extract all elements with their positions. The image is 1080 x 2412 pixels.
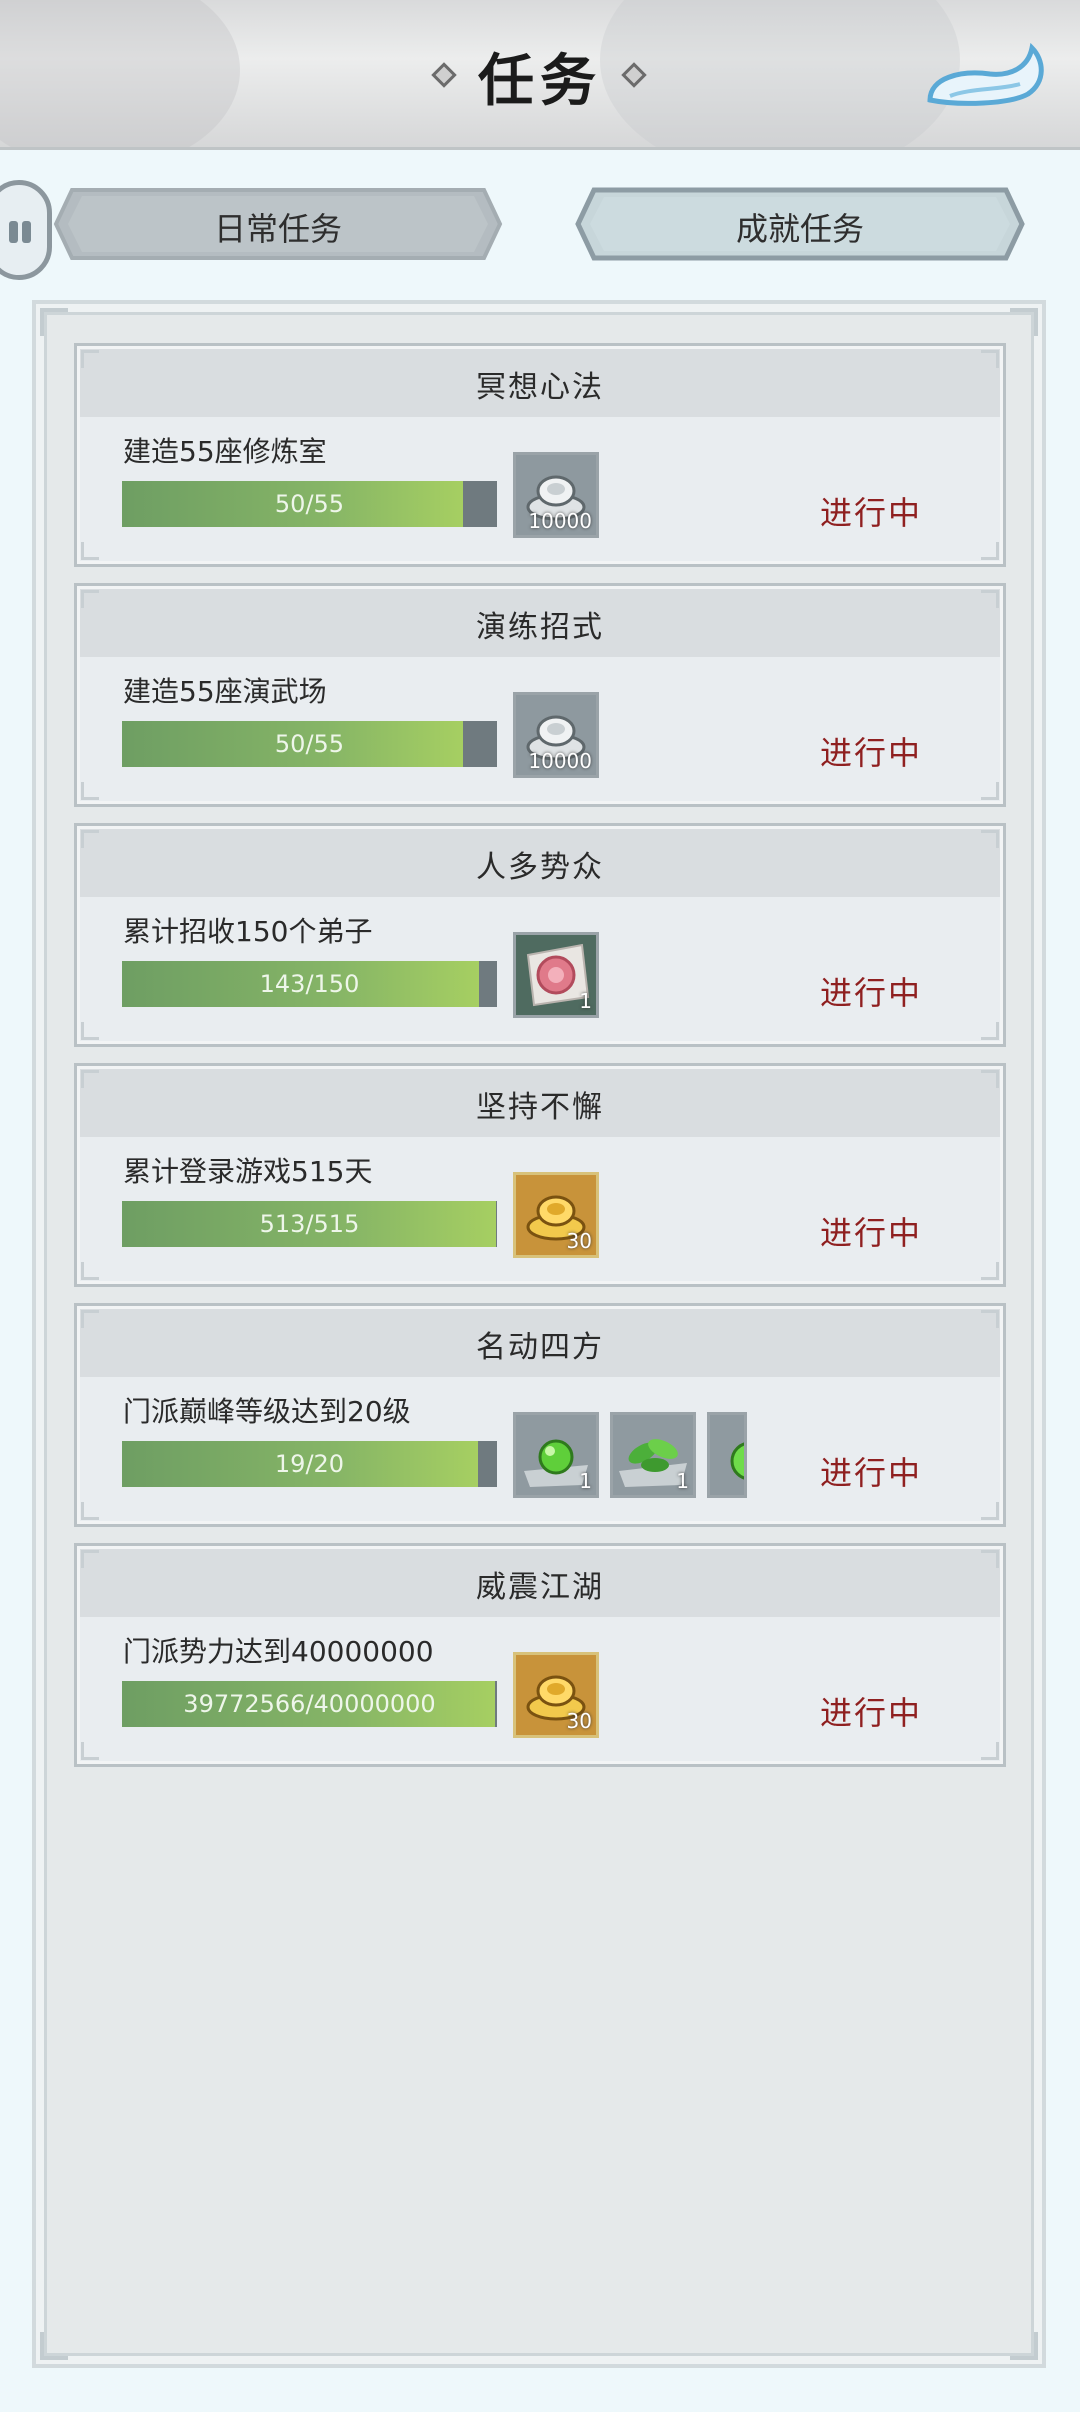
card-corner — [981, 1550, 999, 1568]
task-description: 累计登录游戏515天 — [123, 1155, 373, 1188]
reward-item[interactable] — [707, 1412, 747, 1498]
card-corner — [981, 1502, 999, 1520]
tab-achievement-tasks[interactable]: 成就任务 — [574, 186, 1026, 262]
task-card-header: 演练招式 — [80, 589, 1000, 657]
task-title: 人多势众 — [476, 850, 604, 885]
reward-count: 1 — [579, 1469, 592, 1493]
card-corner — [81, 1502, 99, 1520]
task-description: 建造55座演武场 — [123, 675, 327, 708]
progress-text: 143/150 — [259, 970, 360, 998]
progress-bar: 513/515 — [122, 1201, 497, 1247]
reward-count: 30 — [566, 1709, 592, 1733]
card-corner — [81, 830, 99, 848]
task-status[interactable]: 进行中 — [820, 1688, 922, 1734]
reward-count: 10000 — [528, 509, 592, 533]
reward-item[interactable]: 30 — [513, 1652, 599, 1738]
card-corner — [81, 1310, 99, 1328]
task-card-header: 人多势众 — [80, 829, 1000, 897]
card-corner — [981, 1742, 999, 1760]
card-corner — [81, 1550, 99, 1568]
card-corner — [81, 1022, 99, 1040]
reward-item[interactable]: 1 — [513, 932, 599, 1018]
panel-corner — [1010, 2332, 1038, 2360]
task-card: 坚持不懈 累计登录游戏515天 513/515 30 进行中 — [74, 1063, 1006, 1287]
progress-text: 19/20 — [274, 1450, 345, 1478]
task-card-header: 名动四方 — [80, 1309, 1000, 1377]
card-corner — [81, 782, 99, 800]
handle-bar — [22, 221, 31, 243]
task-card: 冥想心法 建造55座修炼室 50/55 10000 进行中 — [74, 343, 1006, 567]
task-title: 威震江湖 — [476, 1570, 604, 1605]
task-title: 名动四方 — [476, 1330, 604, 1365]
tab-daily-tasks[interactable]: 日常任务 — [52, 186, 504, 262]
progress-text: 50/55 — [274, 730, 345, 758]
task-card-header: 威震江湖 — [80, 1549, 1000, 1617]
panel-corner — [40, 308, 68, 336]
card-corner — [981, 1262, 999, 1280]
task-card: 威震江湖 门派势力达到40000000 39772566/40000000 30… — [74, 1543, 1006, 1767]
task-status[interactable]: 进行中 — [820, 488, 922, 534]
card-corner — [981, 1310, 999, 1328]
task-title: 演练招式 — [476, 610, 604, 645]
progress-bar: 39772566/40000000 — [122, 1681, 497, 1727]
task-card: 演练招式 建造55座演武场 50/55 10000 进行中 — [74, 583, 1006, 807]
reward-count: 1 — [676, 1469, 689, 1493]
task-status[interactable]: 进行中 — [820, 968, 922, 1014]
card-corner — [81, 350, 99, 368]
task-status[interactable]: 进行中 — [820, 1208, 922, 1254]
reward-item[interactable]: 10000 — [513, 692, 599, 778]
progress-text: 513/515 — [259, 1210, 360, 1238]
task-card-header: 冥想心法 — [80, 349, 1000, 417]
reward-count: 10000 — [528, 749, 592, 773]
header-bar: 任务 — [0, 0, 1080, 150]
task-status[interactable]: 进行中 — [820, 1448, 922, 1494]
task-title: 冥想心法 — [476, 370, 604, 405]
progress-text: 39772566/40000000 — [183, 1690, 436, 1718]
card-corner — [81, 542, 99, 560]
card-corner — [81, 1070, 99, 1088]
card-corner — [981, 542, 999, 560]
task-card: 名动四方 门派巅峰等级达到20级 19/20 1 1 进行中 — [74, 1303, 1006, 1527]
tab-label: 成就任务 — [735, 210, 864, 248]
tab-label: 日常任务 — [213, 210, 342, 248]
card-corner — [981, 590, 999, 608]
task-description: 门派势力达到40000000 — [123, 1635, 434, 1668]
cloud-back-icon — [927, 42, 1044, 106]
panel-corner — [40, 2332, 68, 2360]
panel-corner — [1010, 308, 1038, 336]
progress-bar: 19/20 — [122, 1441, 497, 1487]
card-corner — [981, 1070, 999, 1088]
task-title: 坚持不懈 — [476, 1090, 604, 1125]
task-description: 门派巅峰等级达到20级 — [123, 1395, 411, 1428]
card-corner — [81, 590, 99, 608]
card-corner — [81, 1262, 99, 1280]
progress-bar: 50/55 — [122, 481, 497, 527]
card-corner — [981, 830, 999, 848]
task-card: 人多势众 累计招收150个弟子 143/150 1 进行中 — [74, 823, 1006, 1047]
progress-bar: 143/150 — [122, 961, 497, 1007]
reward-count: 30 — [566, 1229, 592, 1253]
handle-bar — [9, 221, 18, 243]
reward-item[interactable]: 10000 — [513, 452, 599, 538]
progress-bar: 50/55 — [122, 721, 497, 767]
progress-text: 50/55 — [274, 490, 345, 518]
card-corner — [981, 782, 999, 800]
page-title: 任务 — [478, 48, 602, 114]
card-corner — [981, 1022, 999, 1040]
reward-item[interactable]: 30 — [513, 1172, 599, 1258]
task-card-header: 坚持不懈 — [80, 1069, 1000, 1137]
task-description: 建造55座修炼室 — [123, 435, 327, 468]
task-description: 累计招收150个弟子 — [123, 915, 373, 948]
reward-item[interactable]: 1 — [513, 1412, 599, 1498]
reward-item[interactable]: 1 — [610, 1412, 696, 1498]
reward-count: 1 — [579, 989, 592, 1013]
card-corner — [981, 350, 999, 368]
task-status[interactable]: 进行中 — [820, 728, 922, 774]
card-corner — [81, 1742, 99, 1760]
back-button[interactable] — [920, 38, 1050, 108]
side-drawer-handle[interactable] — [0, 180, 52, 280]
